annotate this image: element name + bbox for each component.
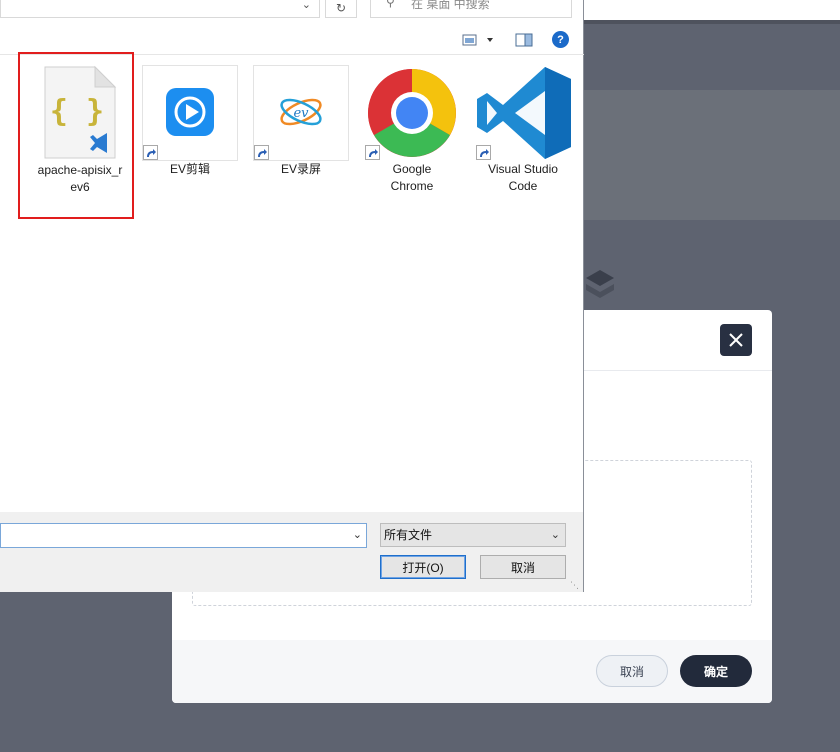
modal-footer: 取消 确定 [172, 640, 772, 703]
help-button[interactable]: ? [552, 31, 569, 48]
chevron-down-icon: ⌄ [550, 529, 560, 541]
ev-editor-icon [166, 88, 214, 136]
file-item-ev-editor[interactable]: EV剪辑 [140, 65, 240, 176]
dialog-cancel-button[interactable]: 取消 [480, 555, 566, 579]
file-item-label: EV录屏 [280, 162, 321, 176]
file-item-vscode[interactable]: Visual Studio Code [473, 65, 573, 195]
chrome-icon [368, 69, 456, 157]
file-item-ev-recorder[interactable]: ev EV录屏 [251, 65, 351, 176]
file-type-value: 所有文件 [384, 528, 433, 542]
file-type-select[interactable]: 所有文件 ⌄ [380, 523, 566, 547]
file-open-dialog: ⌄ ↻ ⚲ 在 桌面 中搜索 ? { } apache-apisix_r ev6 [0, 0, 584, 592]
modal-confirm-button[interactable]: 确定 [680, 655, 752, 687]
chevron-down-icon[interactable]: ⌄ [353, 528, 362, 541]
file-item-label-line2: Code [508, 179, 538, 193]
modal-close-button[interactable] [720, 324, 752, 356]
file-item-label: EV剪辑 [169, 162, 210, 176]
search-icon: ⚲ [386, 0, 395, 9]
app-background-panel [584, 90, 840, 220]
shortcut-arrow-icon [476, 145, 491, 160]
change-view-button[interactable] [462, 33, 496, 47]
selection-highlight-box [18, 52, 134, 219]
shortcut-arrow-icon [254, 145, 269, 160]
refresh-button[interactable]: ↻ [325, 0, 357, 18]
file-item-google-chrome[interactable]: Google Chrome [362, 65, 462, 195]
shortcut-arrow-icon [143, 145, 158, 160]
address-bar[interactable]: ⌄ [0, 0, 320, 18]
refresh-icon: ↻ [335, 0, 347, 15]
close-icon [729, 333, 743, 347]
open-button[interactable]: 打开(O) [380, 555, 466, 579]
search-placeholder: 在 桌面 中搜索 [411, 0, 490, 11]
file-item-label-line2: Chrome [390, 179, 434, 193]
dialog-bottom-bar: ⌄ 所有文件 ⌄ 打开(O) 取消 ⋱ [0, 512, 583, 592]
svg-text:ev: ev [293, 106, 309, 121]
search-input[interactable]: ⚲ 在 桌面 中搜索 [370, 0, 572, 18]
filename-input[interactable]: ⌄ [0, 523, 367, 548]
app-top-bar [584, 0, 840, 20]
preview-pane-button[interactable] [515, 33, 533, 47]
layers-logo-icon [586, 270, 614, 298]
chevron-down-icon[interactable]: ⌄ [302, 0, 311, 11]
app-header-border [584, 20, 840, 24]
file-item-label: Visual Studio [488, 162, 558, 176]
file-item-label: Google [392, 162, 432, 176]
ev-recorder-icon: ev [280, 98, 322, 126]
modal-cancel-button[interactable]: 取消 [596, 655, 668, 687]
shortcut-arrow-icon [365, 145, 380, 160]
resize-grip-icon[interactable]: ⋱ [570, 580, 582, 592]
